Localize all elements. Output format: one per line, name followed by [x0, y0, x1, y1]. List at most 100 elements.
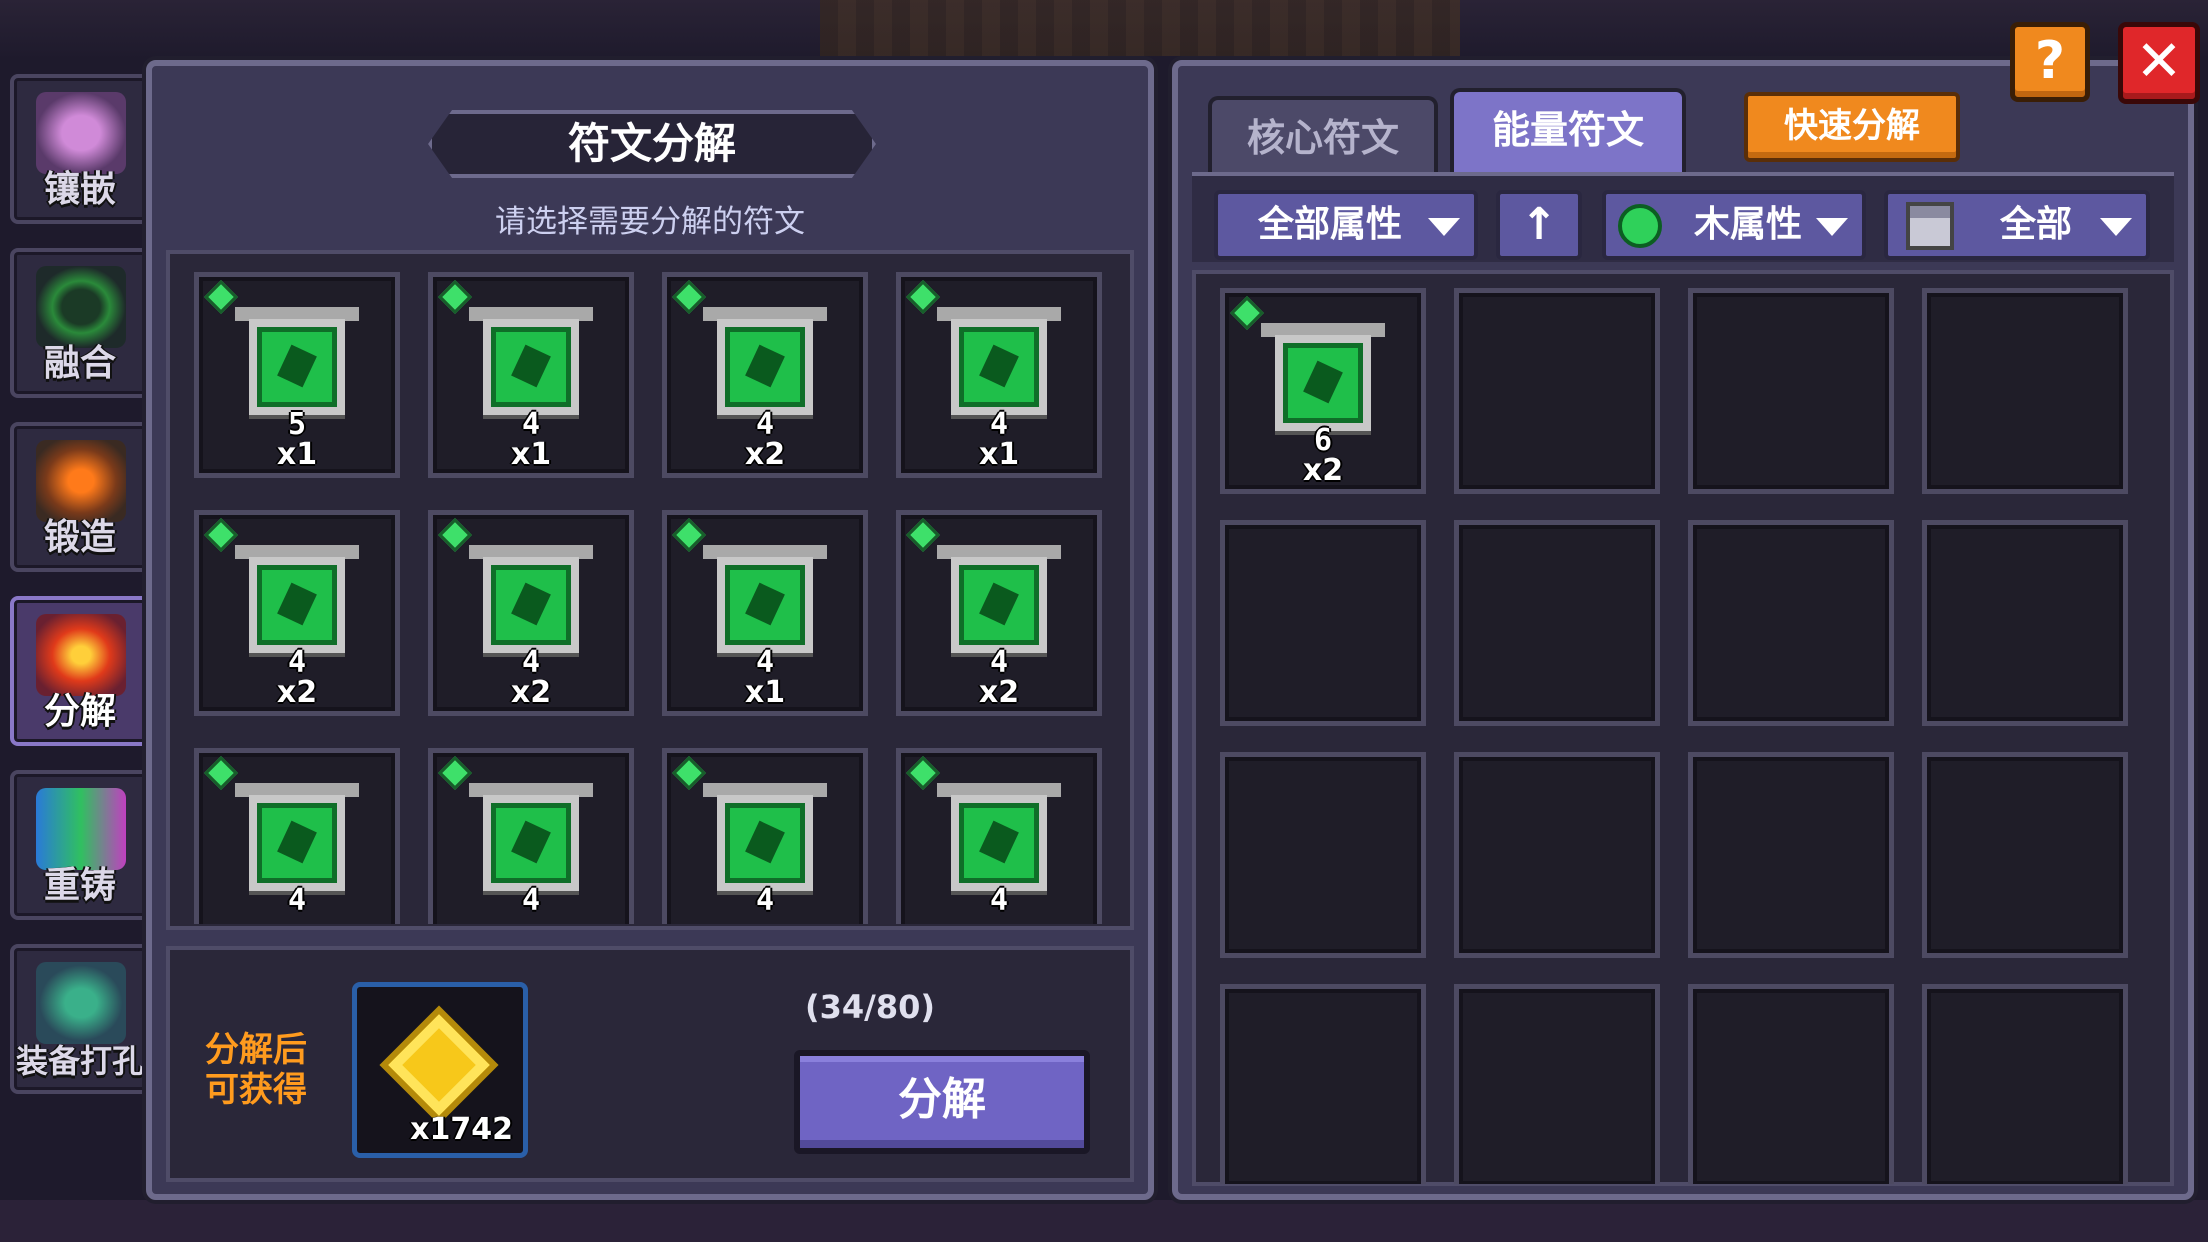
- rune-icon: [249, 557, 345, 653]
- inventory-slot-empty[interactable]: [1220, 752, 1426, 958]
- inventory-slot-empty[interactable]: [1688, 752, 1894, 958]
- rune-icon: [1275, 335, 1371, 431]
- attribute-filter-dropdown[interactable]: 全部属性: [1214, 190, 1478, 260]
- rune-count: x2: [744, 437, 786, 472]
- socket-icon: [36, 962, 126, 1044]
- tab-energy-runes[interactable]: 能量符文: [1450, 88, 1686, 172]
- rune-count: x2: [1302, 453, 1344, 488]
- rune-count: x2: [276, 675, 318, 710]
- rune-slot[interactable]: 4: [428, 748, 634, 924]
- inventory-slot[interactable]: 6 x2: [1220, 288, 1426, 494]
- rune-count: x2: [978, 675, 1020, 710]
- inventory-slot-empty[interactable]: [1454, 984, 1660, 1184]
- sidebar-item-label: 装备打孔: [15, 1042, 144, 1080]
- rune-icon: [951, 795, 1047, 891]
- inventory-grid[interactable]: 6 x2: [1220, 288, 2160, 1184]
- rune-slot[interactable]: 4: [896, 748, 1102, 924]
- rune-count: x1: [744, 675, 786, 710]
- rune-level: 4: [755, 883, 775, 918]
- wood-element-icon: [672, 518, 706, 552]
- wood-element-icon: [438, 280, 472, 314]
- sidebar-item-fusion[interactable]: 融合: [10, 248, 160, 398]
- wood-element-icon: [438, 518, 472, 552]
- rune-slot[interactable]: 5 x1: [194, 272, 400, 478]
- tab-core-runes[interactable]: 核心符文: [1208, 96, 1438, 172]
- rune-slot[interactable]: 4 x2: [194, 510, 400, 716]
- rune-icon: [717, 319, 813, 415]
- rune-slot[interactable]: 4 x1: [662, 510, 868, 716]
- rune-level: 4: [287, 883, 307, 918]
- rune-icon: [249, 319, 345, 415]
- rune-level: 4: [989, 883, 1009, 918]
- sidebar-item-forge[interactable]: 锻造: [10, 422, 160, 572]
- rune-slot[interactable]: 4: [194, 748, 400, 924]
- sidebar-item-label: 重铸: [43, 865, 116, 906]
- rune-slot[interactable]: 4 x1: [428, 272, 634, 478]
- sidebar-item-decompose[interactable]: 分解: [10, 596, 160, 746]
- sidebar-item-label: 融合: [43, 343, 116, 384]
- rune-icon: [483, 319, 579, 415]
- inventory-slot-empty[interactable]: [1220, 984, 1426, 1184]
- wood-element-icon: [906, 756, 940, 790]
- type-filter-dropdown[interactable]: 全部: [1884, 190, 2150, 260]
- rune-inventory: 6 x2: [1192, 270, 2174, 1186]
- rune-capacity: (34/80): [805, 988, 935, 1026]
- chevron-down-icon: [1816, 218, 1848, 236]
- panel-subtitle: 请选择需要分解的符文: [495, 204, 805, 240]
- chevron-down-icon: [1428, 218, 1460, 236]
- quick-decompose-button[interactable]: 快速分解: [1744, 92, 1960, 162]
- wood-element-icon: [672, 280, 706, 314]
- sort-button[interactable]: ↑: [1496, 190, 1582, 260]
- rune-icon: [951, 319, 1047, 415]
- rune-level: 4: [521, 883, 541, 918]
- rune-count: x2: [510, 675, 552, 710]
- decompose-footer: 分解后可获得 x1742 (34/80) 分解: [166, 946, 1134, 1182]
- rune-slot[interactable]: 4: [662, 748, 868, 924]
- inventory-slot-empty[interactable]: [1454, 288, 1660, 494]
- panel-title: 符文分解: [428, 110, 876, 178]
- inventory-slot-empty[interactable]: [1220, 520, 1426, 726]
- rune-count: x1: [276, 437, 318, 472]
- rune-count: x1: [510, 437, 552, 472]
- close-button[interactable]: ✕: [2118, 22, 2200, 104]
- inventory-slot-empty[interactable]: [1922, 288, 2128, 494]
- rune-slot[interactable]: 4 x1: [896, 272, 1102, 478]
- rune-count: x1: [978, 437, 1020, 472]
- sidebar-item-label: 锻造: [43, 517, 116, 558]
- rune-icon: [951, 557, 1047, 653]
- reward-amount: x1742: [410, 1112, 513, 1147]
- background-bottom: [0, 1200, 2208, 1242]
- sidebar-item-label: 镶嵌: [43, 169, 116, 210]
- rune-slot[interactable]: 4 x2: [662, 272, 868, 478]
- sidebar-item-socket[interactable]: 装备打孔: [10, 944, 150, 1094]
- inventory-slot-empty[interactable]: [1454, 752, 1660, 958]
- inventory-slot-empty[interactable]: [1454, 520, 1660, 726]
- decompose-button[interactable]: 分解: [794, 1050, 1090, 1154]
- inventory-slot-empty[interactable]: [1922, 752, 2128, 958]
- rune-slot[interactable]: 4 x2: [896, 510, 1102, 716]
- reward-label: 分解后可获得: [205, 1030, 307, 1110]
- inventory-slot-empty[interactable]: [1688, 288, 1894, 494]
- filter-bar: 全部属性 ↑ 木属性 全部: [1192, 172, 2174, 262]
- element-filter-dropdown[interactable]: 木属性: [1602, 190, 1866, 260]
- inventory-slot-empty[interactable]: [1688, 984, 1894, 1184]
- rune-icon: [483, 557, 579, 653]
- inventory-slot-empty[interactable]: [1688, 520, 1894, 726]
- rune-icon: [483, 795, 579, 891]
- decompose-panel: 符文分解 请选择需要分解的符文 5 x1 4 x1 4 x2 4 x1 4 x2…: [146, 60, 1154, 1200]
- sidebar-item-recast[interactable]: 重铸: [10, 770, 160, 920]
- robot-icon: [1906, 202, 1954, 250]
- wood-element-icon: [204, 756, 238, 790]
- inventory-slot-empty[interactable]: [1922, 984, 2128, 1184]
- question-icon: ?: [2034, 31, 2066, 91]
- help-button[interactable]: ?: [2010, 22, 2090, 102]
- dropdown-label: 全部: [2000, 204, 2073, 245]
- wood-element-icon: [1230, 296, 1264, 330]
- sidebar-item-label: 分解: [43, 691, 116, 732]
- rune-icon: [717, 557, 813, 653]
- inventory-slot-empty[interactable]: [1922, 520, 2128, 726]
- rune-slot[interactable]: 4 x2: [428, 510, 634, 716]
- rune-grid[interactable]: 5 x1 4 x1 4 x2 4 x1 4 x2 4 x2 4 x1 4 x2 …: [194, 272, 1114, 924]
- sidebar-item-inlay[interactable]: 镶嵌: [10, 74, 160, 224]
- reward-slot[interactable]: x1742: [352, 982, 528, 1158]
